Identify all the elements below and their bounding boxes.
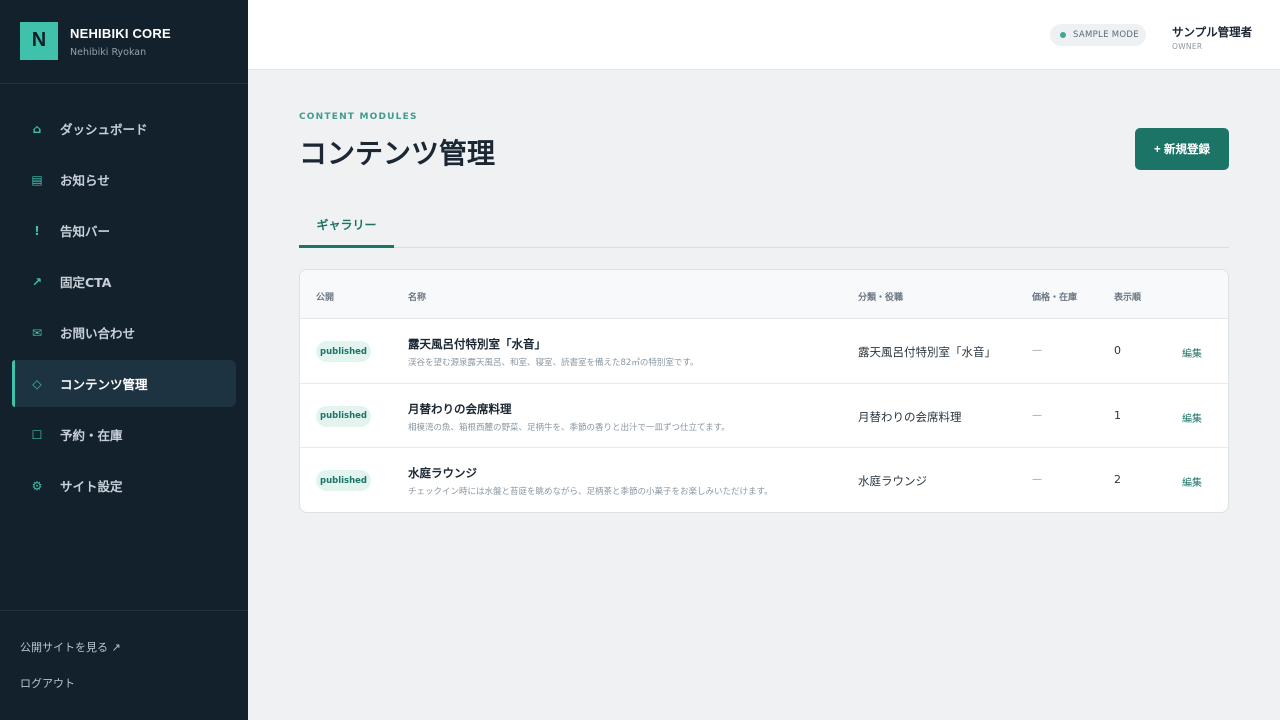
sidebar-item-content[interactable]: ◇ コンテンツ管理 [12,360,236,407]
table-row: published 月替わりの会席料理 相模湾の魚、箱根西麓の野菜、足柄牛を、季… [300,384,1228,448]
item-category: 水庭ラウンジ [858,474,927,488]
column-header-name: 名称 [408,293,427,303]
sidebar-item-label: お知らせ [60,173,110,188]
item-price: — [1032,474,1042,485]
tab-gallery[interactable]: ギャラリー [299,203,394,248]
sidebar-item-label: 告知バー [60,224,111,239]
page-title: コンテンツ管理 [299,137,496,170]
column-header-status: 公開 [316,293,335,303]
item-description: 相模湾の魚、箱根西麓の野菜、足柄牛を、季節の香りと出汁で一皿ずつ仕立てます。 [408,422,730,433]
column-header-price: 価格・在庫 [1032,293,1078,303]
column-header-order: 表示順 [1114,293,1142,303]
edit-link[interactable]: 編集 [1182,410,1202,425]
user-menu[interactable]: サンプル管理者 OWNER [1172,24,1252,51]
table-row: published 露天風呂付特別室「水音」 渓谷を望む源泉露天風呂、和室、寝室… [300,319,1228,384]
item-order: 0 [1114,344,1121,357]
gear-icon: ⚙ [31,478,43,493]
mode-badge: SAMPLE MODE [1050,24,1146,46]
item-price: — [1032,409,1042,421]
logout-link[interactable]: ログアウト [20,675,248,691]
status-badge: published [316,405,371,427]
alert-icon: ! [34,223,40,238]
sidebar: N NEHIBIKI CORE Nehibiki Ryokan ⌂ ダッシュボー… [0,0,248,720]
brand-subtitle: Nehibiki Ryokan [70,46,147,58]
item-name: 露天風呂付特別室「水音」 [408,337,546,351]
brand: N NEHIBIKI CORE Nehibiki Ryokan [0,0,248,84]
item-name: 水庭ラウンジ [408,466,477,480]
brand-title: NEHIBIKI CORE [70,25,171,41]
status-dot-icon [1060,32,1066,38]
sidebar-item-notice-bar[interactable]: ! 告知バー [12,207,236,254]
item-category: 月替わりの会席料理 [858,409,962,424]
sidebar-item-label: 予約・在庫 [60,428,123,443]
mail-icon: ✉ [31,325,43,340]
item-price: — [1032,345,1042,356]
sidebar-nav: ⌂ ダッシュボード ▤ お知らせ ! 告知バー ↗ 固定CTA ✉ お問い合わせ… [0,84,248,509]
sidebar-item-settings[interactable]: ⚙ サイト設定 [12,462,236,509]
item-description: 渓谷を望む源泉露天風呂、和室、寝室、読書室を備えた82㎡の特別室です。 [408,358,699,368]
new-entry-button[interactable]: + 新規登録 [1135,128,1229,170]
sidebar-item-label: ダッシュボード [60,122,148,137]
item-order: 1 [1114,408,1121,422]
sidebar-footer: 公開サイトを見る ↗ ログアウト [0,610,248,711]
item-description: チェックイン時には水盤と苔庭を眺めながら、足柄茶と季節の小菓子をお楽しみいただけ… [408,487,773,497]
edit-link[interactable]: 編集 [1182,345,1202,360]
diamond-icon: ◇ [32,376,42,391]
sidebar-item-label: サイト設定 [60,479,123,494]
status-badge: published [316,470,371,491]
item-order: 2 [1114,473,1121,486]
brand-logo: N [20,21,58,60]
user-role: OWNER [1172,42,1203,51]
mode-label: SAMPLE MODE [1073,30,1139,40]
news-icon: ▤ [31,172,43,187]
sidebar-item-contact[interactable]: ✉ お問い合わせ [12,309,236,356]
arrow-up-right-icon: ↗ [31,274,43,289]
edit-link[interactable]: 編集 [1182,474,1202,489]
user-name: サンプル管理者 [1172,25,1253,39]
item-name: 月替わりの会席料理 [408,401,512,416]
status-badge: published [316,341,371,362]
page-eyebrow: CONTENT MODULES [299,112,418,122]
topbar: SAMPLE MODE サンプル管理者 OWNER [248,0,1280,70]
item-category: 露天風呂付特別室「水音」 [858,345,996,359]
home-icon: ⌂ [32,121,42,136]
sidebar-item-news[interactable]: ▤ お知らせ [12,156,236,203]
sidebar-item-reservations[interactable]: ☐ 予約・在庫 [12,411,236,458]
table-header: 公開 名称 分類・役職 価格・在庫 表示順 [300,270,1228,319]
main-content: CONTENT MODULES コンテンツ管理 + 新規登録 ギャラリー 公開 … [248,70,1280,720]
sidebar-item-label: コンテンツ管理 [60,377,148,392]
square-icon: ☐ [31,427,43,442]
sidebar-item-label: 固定CTA [60,275,112,290]
sidebar-item-label: お問い合わせ [60,326,136,341]
sidebar-item-fixed-cta[interactable]: ↗ 固定CTA [12,258,236,305]
column-header-category: 分類・役職 [858,293,904,303]
content-table: 公開 名称 分類・役職 価格・在庫 表示順 published 露天風呂付特別室… [299,269,1229,513]
view-site-link[interactable]: 公開サイトを見る ↗ [20,639,248,655]
brand-text: NEHIBIKI CORE Nehibiki Ryokan [70,26,171,58]
sidebar-item-dashboard[interactable]: ⌂ ダッシュボード [12,105,236,152]
table-row: published 水庭ラウンジ チェックイン時には水盤と苔庭を眺めながら、足柄… [300,448,1228,512]
tab-bar: ギャラリー [299,203,1229,248]
